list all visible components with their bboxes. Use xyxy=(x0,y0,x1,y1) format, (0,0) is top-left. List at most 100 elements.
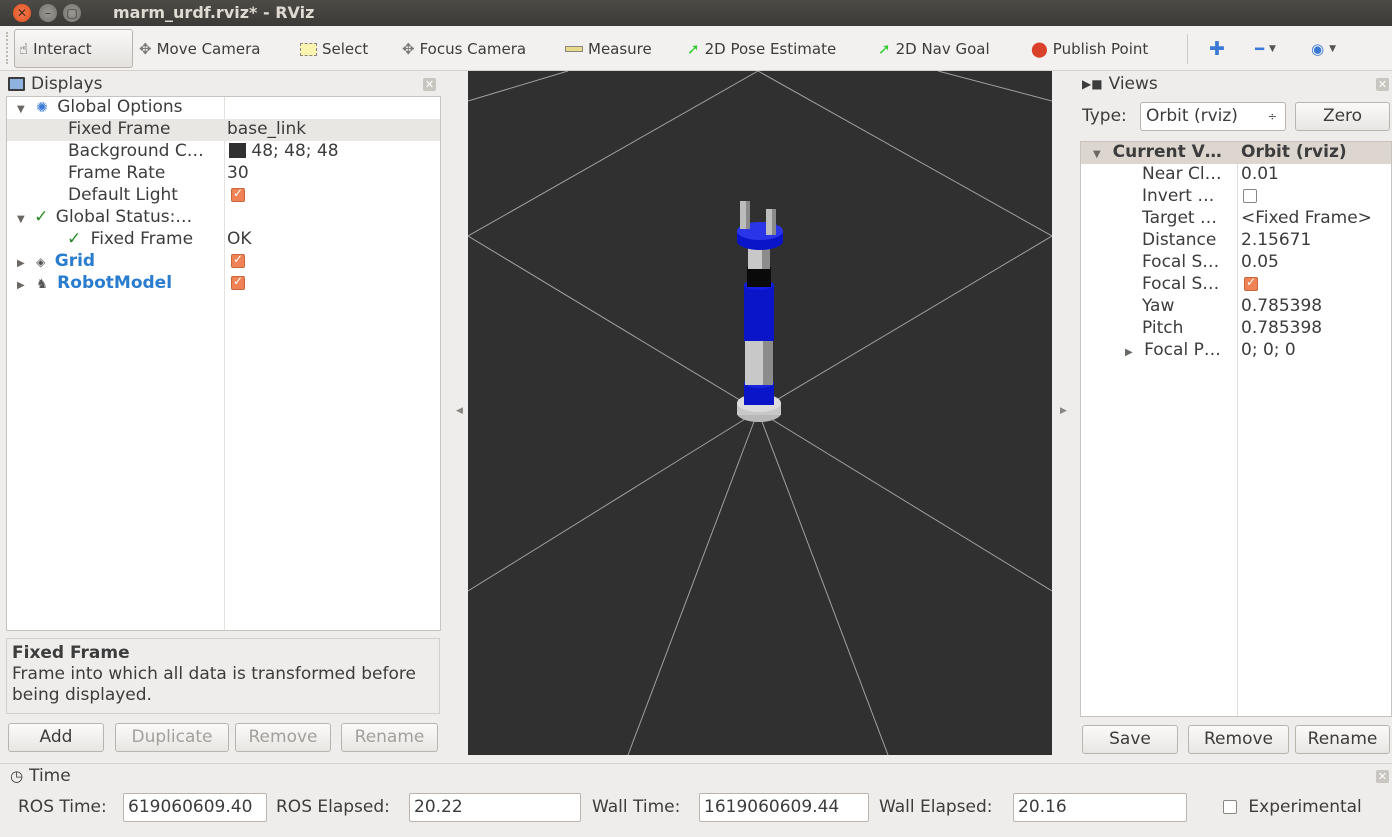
view-type-label: Type: xyxy=(1082,106,1127,126)
description-title: Fixed Frame xyxy=(12,643,130,663)
view-type-select[interactable]: Orbit (rviz) ÷ xyxy=(1140,102,1286,131)
spinner-arrows-icon: ÷ xyxy=(1267,110,1277,123)
collapse-right-icon[interactable]: ▶ xyxy=(1060,406,1067,416)
duplicate-display-button[interactable]: Duplicate xyxy=(115,723,229,752)
add-tool-icon[interactable]: ✚ xyxy=(1209,36,1225,62)
rename-view-button[interactable]: Rename xyxy=(1295,725,1390,754)
tree-row-grid[interactable]: ▶ ◈ Grid xyxy=(7,251,440,273)
chevron-down-icon: ▼ xyxy=(1269,44,1276,54)
clock-icon: ◷ xyxy=(10,767,24,785)
measure-button[interactable]: Measure xyxy=(565,36,652,62)
window-minimize-button[interactable]: – xyxy=(39,4,57,22)
focus-camera-icon: ✥ xyxy=(402,40,415,58)
tree-row-target[interactable]: Target … <Fixed Frame> xyxy=(1081,208,1391,230)
camera-icon: ▶■ xyxy=(1082,77,1103,91)
focal-shape-checkbox[interactable] xyxy=(1244,275,1258,291)
hand-pointer-icon: ☝ xyxy=(19,39,29,58)
time-close-icon[interactable]: ✕ xyxy=(1376,770,1389,783)
remove-display-button[interactable]: Remove xyxy=(235,723,331,752)
select-box-icon xyxy=(300,42,317,56)
scene-canvas xyxy=(468,71,1052,755)
tree-row-current-view[interactable]: ▼ Current V… Orbit (rviz) xyxy=(1081,142,1391,164)
invert-checkbox[interactable] xyxy=(1243,189,1257,203)
color-swatch[interactable] xyxy=(229,143,246,158)
expand-arrow-icon[interactable]: ▶ xyxy=(17,280,25,291)
displays-tree: ▼ ✺ Global Options Fixed Frame base_link… xyxy=(6,96,441,631)
select-button[interactable]: Select xyxy=(300,36,368,62)
robot-arm-model xyxy=(737,201,783,422)
wall-time-label: Wall Time: xyxy=(592,797,681,817)
default-light-checkbox[interactable] xyxy=(231,186,245,202)
tree-row-distance[interactable]: Distance 2.15671 xyxy=(1081,230,1391,252)
expand-arrow-icon[interactable]: ▼ xyxy=(17,104,25,115)
window-maximize-button[interactable]: ▢ xyxy=(63,4,81,22)
rename-display-button[interactable]: Rename xyxy=(341,723,438,752)
tree-row-robot-model[interactable]: ▶ ♞ RobotModel xyxy=(7,273,440,295)
views-close-icon[interactable]: ✕ xyxy=(1376,78,1389,91)
save-view-button[interactable]: Save xyxy=(1082,725,1178,754)
gear-icon: ✺ xyxy=(36,100,48,116)
time-panel-header: ◷ Time xyxy=(10,766,71,786)
map-pin-icon: ⬤ xyxy=(1031,40,1048,58)
move-camera-button[interactable]: ✥ Move Camera xyxy=(139,36,260,62)
tree-row-pitch[interactable]: Pitch 0.785398 xyxy=(1081,318,1391,340)
experimental-checkbox[interactable] xyxy=(1223,800,1237,814)
wall-time-field[interactable]: 1619060609.44 xyxy=(699,793,869,822)
expand-arrow-icon[interactable]: ▼ xyxy=(1093,149,1101,160)
green-arrow-icon: ➚ xyxy=(878,40,891,58)
minus-icon: ━ xyxy=(1255,40,1265,58)
ros-time-label: ROS Time: xyxy=(18,797,107,817)
expand-arrow-icon[interactable]: ▶ xyxy=(1125,347,1133,358)
publish-point-button[interactable]: ⬤ Publish Point xyxy=(1031,36,1148,62)
zero-view-button[interactable]: Zero xyxy=(1295,102,1390,131)
ruler-icon xyxy=(565,46,583,52)
displays-panel-header: Displays xyxy=(8,72,103,96)
tree-row-near-clip[interactable]: Near Cl… 0.01 xyxy=(1081,164,1391,186)
robot-model-checkbox[interactable] xyxy=(231,274,245,290)
tool-properties-button[interactable]: ◉ ▼ xyxy=(1311,36,1336,62)
grid-checkbox[interactable] xyxy=(231,252,245,268)
property-description: Fixed Frame Frame into which all data is… xyxy=(6,638,440,714)
ros-time-field[interactable]: 619060609.40 xyxy=(123,793,267,822)
tree-row-status-fixed-frame[interactable]: ✓ Fixed Frame OK xyxy=(7,229,440,251)
title-bar: ✕ – ▢ marm_urdf.rviz* - RViz xyxy=(0,0,1392,26)
tree-row-yaw[interactable]: Yaw 0.785398 xyxy=(1081,296,1391,318)
collapse-left-icon[interactable]: ◀ xyxy=(456,406,463,416)
tree-row-focal-shape-size[interactable]: Focal S… 0.05 xyxy=(1081,252,1391,274)
ros-elapsed-label: ROS Elapsed: xyxy=(276,797,390,817)
tree-row-global-options[interactable]: ▼ ✺ Global Options xyxy=(7,97,440,119)
checkmark-icon: ✓ xyxy=(67,229,82,249)
green-arrow-icon: ➚ xyxy=(687,40,700,58)
remove-tool-button[interactable]: ━ ▼ xyxy=(1255,36,1276,62)
interact-button[interactable]: ☝ Interact xyxy=(14,29,133,68)
remove-view-button[interactable]: Remove xyxy=(1188,725,1289,754)
add-display-button[interactable]: Add xyxy=(8,723,104,752)
tree-row-background-color[interactable]: Background C… 48; 48; 48 xyxy=(7,141,440,163)
move-camera-icon: ✥ xyxy=(139,40,152,58)
toolbar: ☝ Interact ✥ Move Camera Select ✥ Focus … xyxy=(0,26,1392,71)
robot-icon: ♞ xyxy=(36,277,48,292)
toolbar-grip[interactable] xyxy=(6,32,9,64)
nav-goal-button[interactable]: ➚ 2D Nav Goal xyxy=(878,36,990,62)
ros-elapsed-field[interactable]: 20.22 xyxy=(409,793,581,822)
expand-arrow-icon[interactable]: ▶ xyxy=(17,258,25,269)
chevron-down-icon: ▼ xyxy=(1329,44,1337,54)
displays-close-icon[interactable]: ✕ xyxy=(423,78,436,91)
wall-elapsed-field[interactable]: 20.16 xyxy=(1013,793,1187,822)
tree-row-frame-rate[interactable]: Frame Rate 30 xyxy=(7,163,440,185)
tree-row-fixed-frame[interactable]: Fixed Frame base_link xyxy=(7,119,440,141)
pose-estimate-button[interactable]: ➚ 2D Pose Estimate xyxy=(687,36,836,62)
tree-row-invert[interactable]: Invert … xyxy=(1081,186,1391,208)
window-title: marm_urdf.rviz* - RViz xyxy=(113,3,315,22)
focus-camera-button[interactable]: ✥ Focus Camera xyxy=(402,36,526,62)
experimental-option[interactable]: Experimental xyxy=(1223,797,1362,817)
tree-row-focal-point[interactable]: ▶ Focal P… 0; 0; 0 xyxy=(1081,340,1391,362)
render-viewport[interactable] xyxy=(468,71,1052,755)
tree-row-global-status[interactable]: ▼ ✓ Global Status:… xyxy=(7,207,440,229)
tree-row-default-light[interactable]: Default Light xyxy=(7,185,440,207)
toolbar-separator xyxy=(1187,34,1188,64)
tree-row-focal-shape-fixed[interactable]: Focal S… xyxy=(1081,274,1391,296)
expand-arrow-icon[interactable]: ▼ xyxy=(17,214,25,225)
views-tree: ▼ Current V… Orbit (rviz) Near Cl… 0.01 … xyxy=(1080,141,1392,717)
window-close-button[interactable]: ✕ xyxy=(13,4,31,22)
